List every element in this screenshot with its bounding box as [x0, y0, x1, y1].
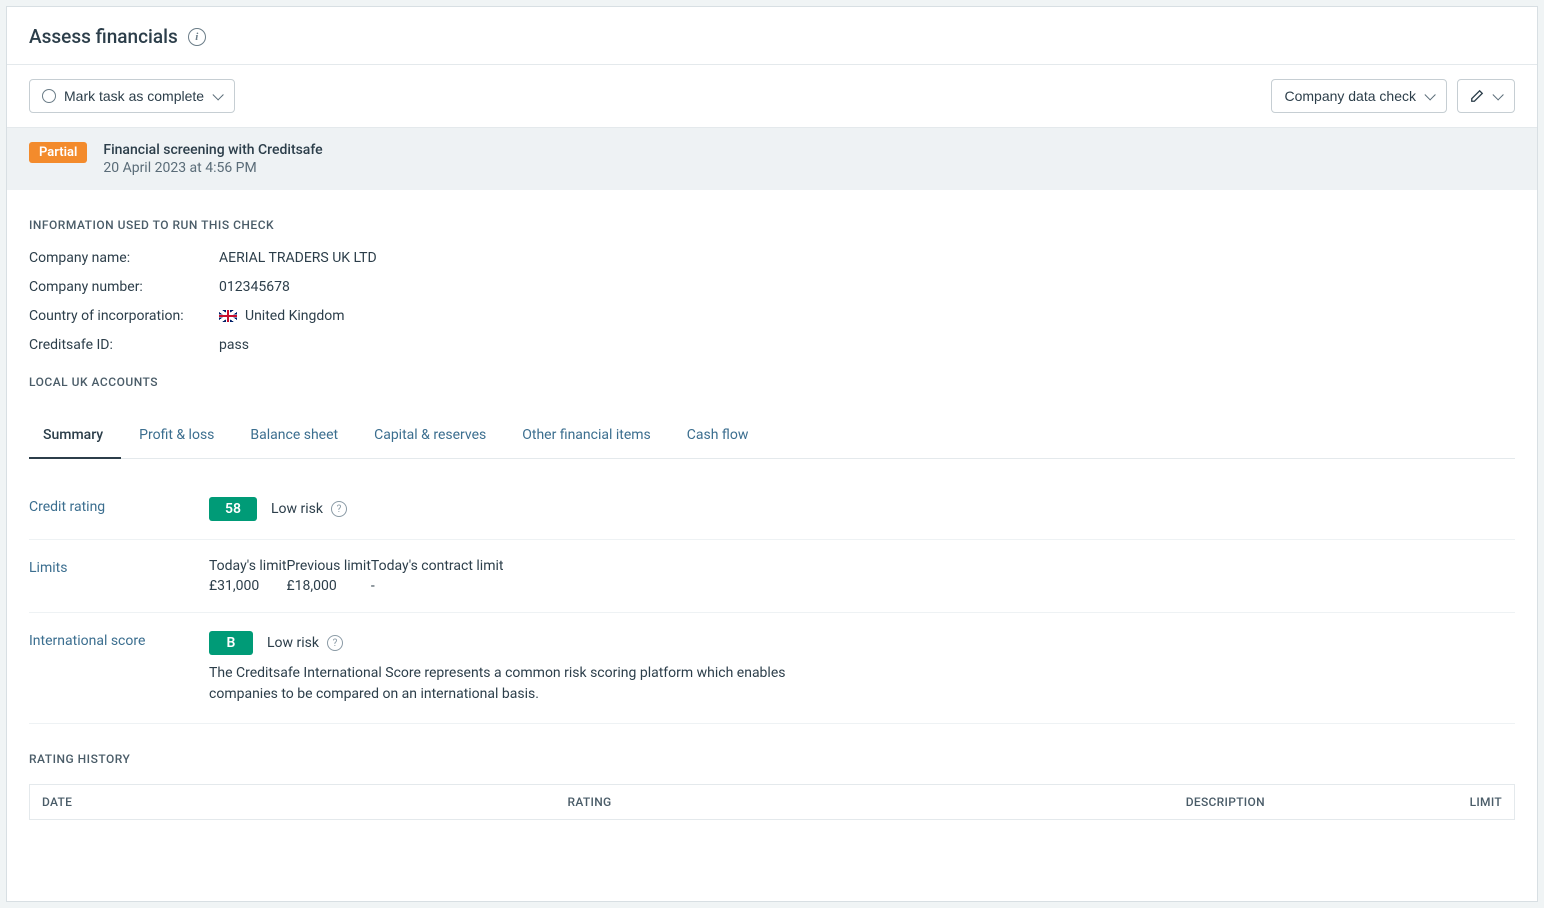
today-limit-label: Today's limit — [209, 558, 286, 574]
country-text: United Kingdom — [245, 308, 345, 324]
summary-section: Credit rating 58 Low risk ? Limits Today… — [29, 479, 1515, 724]
info-row-company-name: Company name: AERIAL TRADERS UK LTD — [29, 250, 1515, 266]
credit-rating-label: Credit rating — [29, 497, 209, 515]
rating-history-table: DATE RATING DESCRIPTION LIMIT — [29, 784, 1515, 820]
creditsafe-id-value: pass — [219, 337, 249, 353]
tabs: Summary Profit & loss Balance sheet Capi… — [29, 413, 1515, 459]
previous-limit-value: £18,000 — [286, 578, 370, 594]
summary-row-credit-rating: Credit rating 58 Low risk ? — [29, 479, 1515, 540]
col-description: DESCRIPTION — [624, 785, 1277, 820]
limit-col-previous: Previous limit £18,000 — [286, 558, 370, 594]
status-bar: Partial Financial screening with Credits… — [7, 128, 1537, 190]
toolbar-right: Company data check — [1271, 79, 1515, 113]
tab-summary[interactable]: Summary — [29, 413, 121, 459]
company-number-value: 012345678 — [219, 279, 290, 295]
info-row-company-number: Company number: 012345678 — [29, 279, 1515, 295]
content: INFORMATION USED TO RUN THIS CHECK Compa… — [7, 190, 1537, 848]
previous-limit-label: Previous limit — [286, 558, 370, 574]
page-header: Assess financials i — [7, 7, 1537, 65]
pencil-icon — [1470, 89, 1484, 103]
credit-rating-value: 58 Low risk ? — [209, 497, 1515, 521]
summary-row-limits: Limits Today's limit £31,000 Previous li… — [29, 540, 1515, 613]
limits-label: Limits — [29, 558, 209, 576]
chevron-down-icon — [1424, 93, 1434, 99]
edit-button[interactable] — [1457, 79, 1515, 113]
country-value: United Kingdom — [219, 308, 345, 324]
toolbar: Mark task as complete Company data check — [7, 65, 1537, 128]
col-date: DATE — [30, 785, 401, 820]
limit-col-today: Today's limit £31,000 — [209, 558, 286, 594]
today-limit-value: £31,000 — [209, 578, 286, 594]
summary-row-international: International score B Low risk ? The Cre… — [29, 613, 1515, 724]
limits-value: Today's limit £31,000 Previous limit £18… — [209, 558, 1515, 594]
info-row-creditsafe-id: Creditsafe ID: pass — [29, 337, 1515, 353]
international-risk-label: Low risk — [267, 635, 319, 651]
main-window: Assess financials i Mark task as complet… — [6, 6, 1538, 902]
info-row-country: Country of incorporation: United Kingdom — [29, 308, 1515, 324]
help-icon[interactable]: ? — [331, 501, 347, 517]
uk-flag-icon — [219, 310, 237, 322]
status-info: Financial screening with Creditsafe 20 A… — [103, 142, 322, 176]
tab-balance-sheet[interactable]: Balance sheet — [232, 413, 356, 459]
help-icon[interactable]: ? — [327, 635, 343, 651]
tab-other-financial[interactable]: Other financial items — [504, 413, 669, 459]
international-desc-line2: companies to be compared on an internati… — [209, 684, 1515, 705]
info-icon[interactable]: i — [188, 28, 206, 46]
contract-limit-label: Today's contract limit — [371, 558, 504, 574]
creditsafe-id-label: Creditsafe ID: — [29, 337, 219, 353]
company-name-label: Company name: — [29, 250, 219, 266]
limit-col-contract: Today's contract limit - — [371, 558, 504, 594]
page-title: Assess financials — [29, 25, 178, 48]
chevron-down-icon — [1492, 93, 1502, 99]
col-rating: RATING — [401, 785, 624, 820]
col-limit: LIMIT — [1277, 785, 1515, 820]
international-label: International score — [29, 631, 209, 649]
tab-cash-flow[interactable]: Cash flow — [669, 413, 767, 459]
mark-complete-button[interactable]: Mark task as complete — [29, 79, 235, 113]
accounts-heading: LOCAL UK ACCOUNTS — [29, 375, 1515, 389]
status-date: 20 April 2023 at 4:56 PM — [103, 160, 322, 176]
international-desc-line1: The Creditsafe International Score repre… — [209, 663, 1515, 684]
company-name-value: AERIAL TRADERS UK LTD — [219, 250, 377, 266]
credit-score-badge: 58 — [209, 497, 257, 521]
circle-icon — [42, 89, 56, 103]
chevron-down-icon — [212, 93, 222, 99]
country-label: Country of incorporation: — [29, 308, 219, 324]
contract-limit-value: - — [371, 578, 504, 594]
credit-risk-label: Low risk — [271, 501, 323, 517]
international-value: B Low risk ? The Creditsafe Internationa… — [209, 631, 1515, 705]
mark-complete-label: Mark task as complete — [64, 88, 204, 104]
tab-profit-loss[interactable]: Profit & loss — [121, 413, 232, 459]
international-score-badge: B — [209, 631, 253, 655]
data-check-label: Company data check — [1284, 88, 1416, 104]
company-number-label: Company number: — [29, 279, 219, 295]
info-section-heading: INFORMATION USED TO RUN THIS CHECK — [29, 218, 1515, 232]
status-title: Financial screening with Creditsafe — [103, 142, 322, 158]
tab-capital-reserves[interactable]: Capital & reserves — [356, 413, 504, 459]
status-badge: Partial — [29, 142, 87, 163]
company-data-check-button[interactable]: Company data check — [1271, 79, 1447, 113]
rating-history-heading: RATING HISTORY — [29, 752, 1515, 766]
